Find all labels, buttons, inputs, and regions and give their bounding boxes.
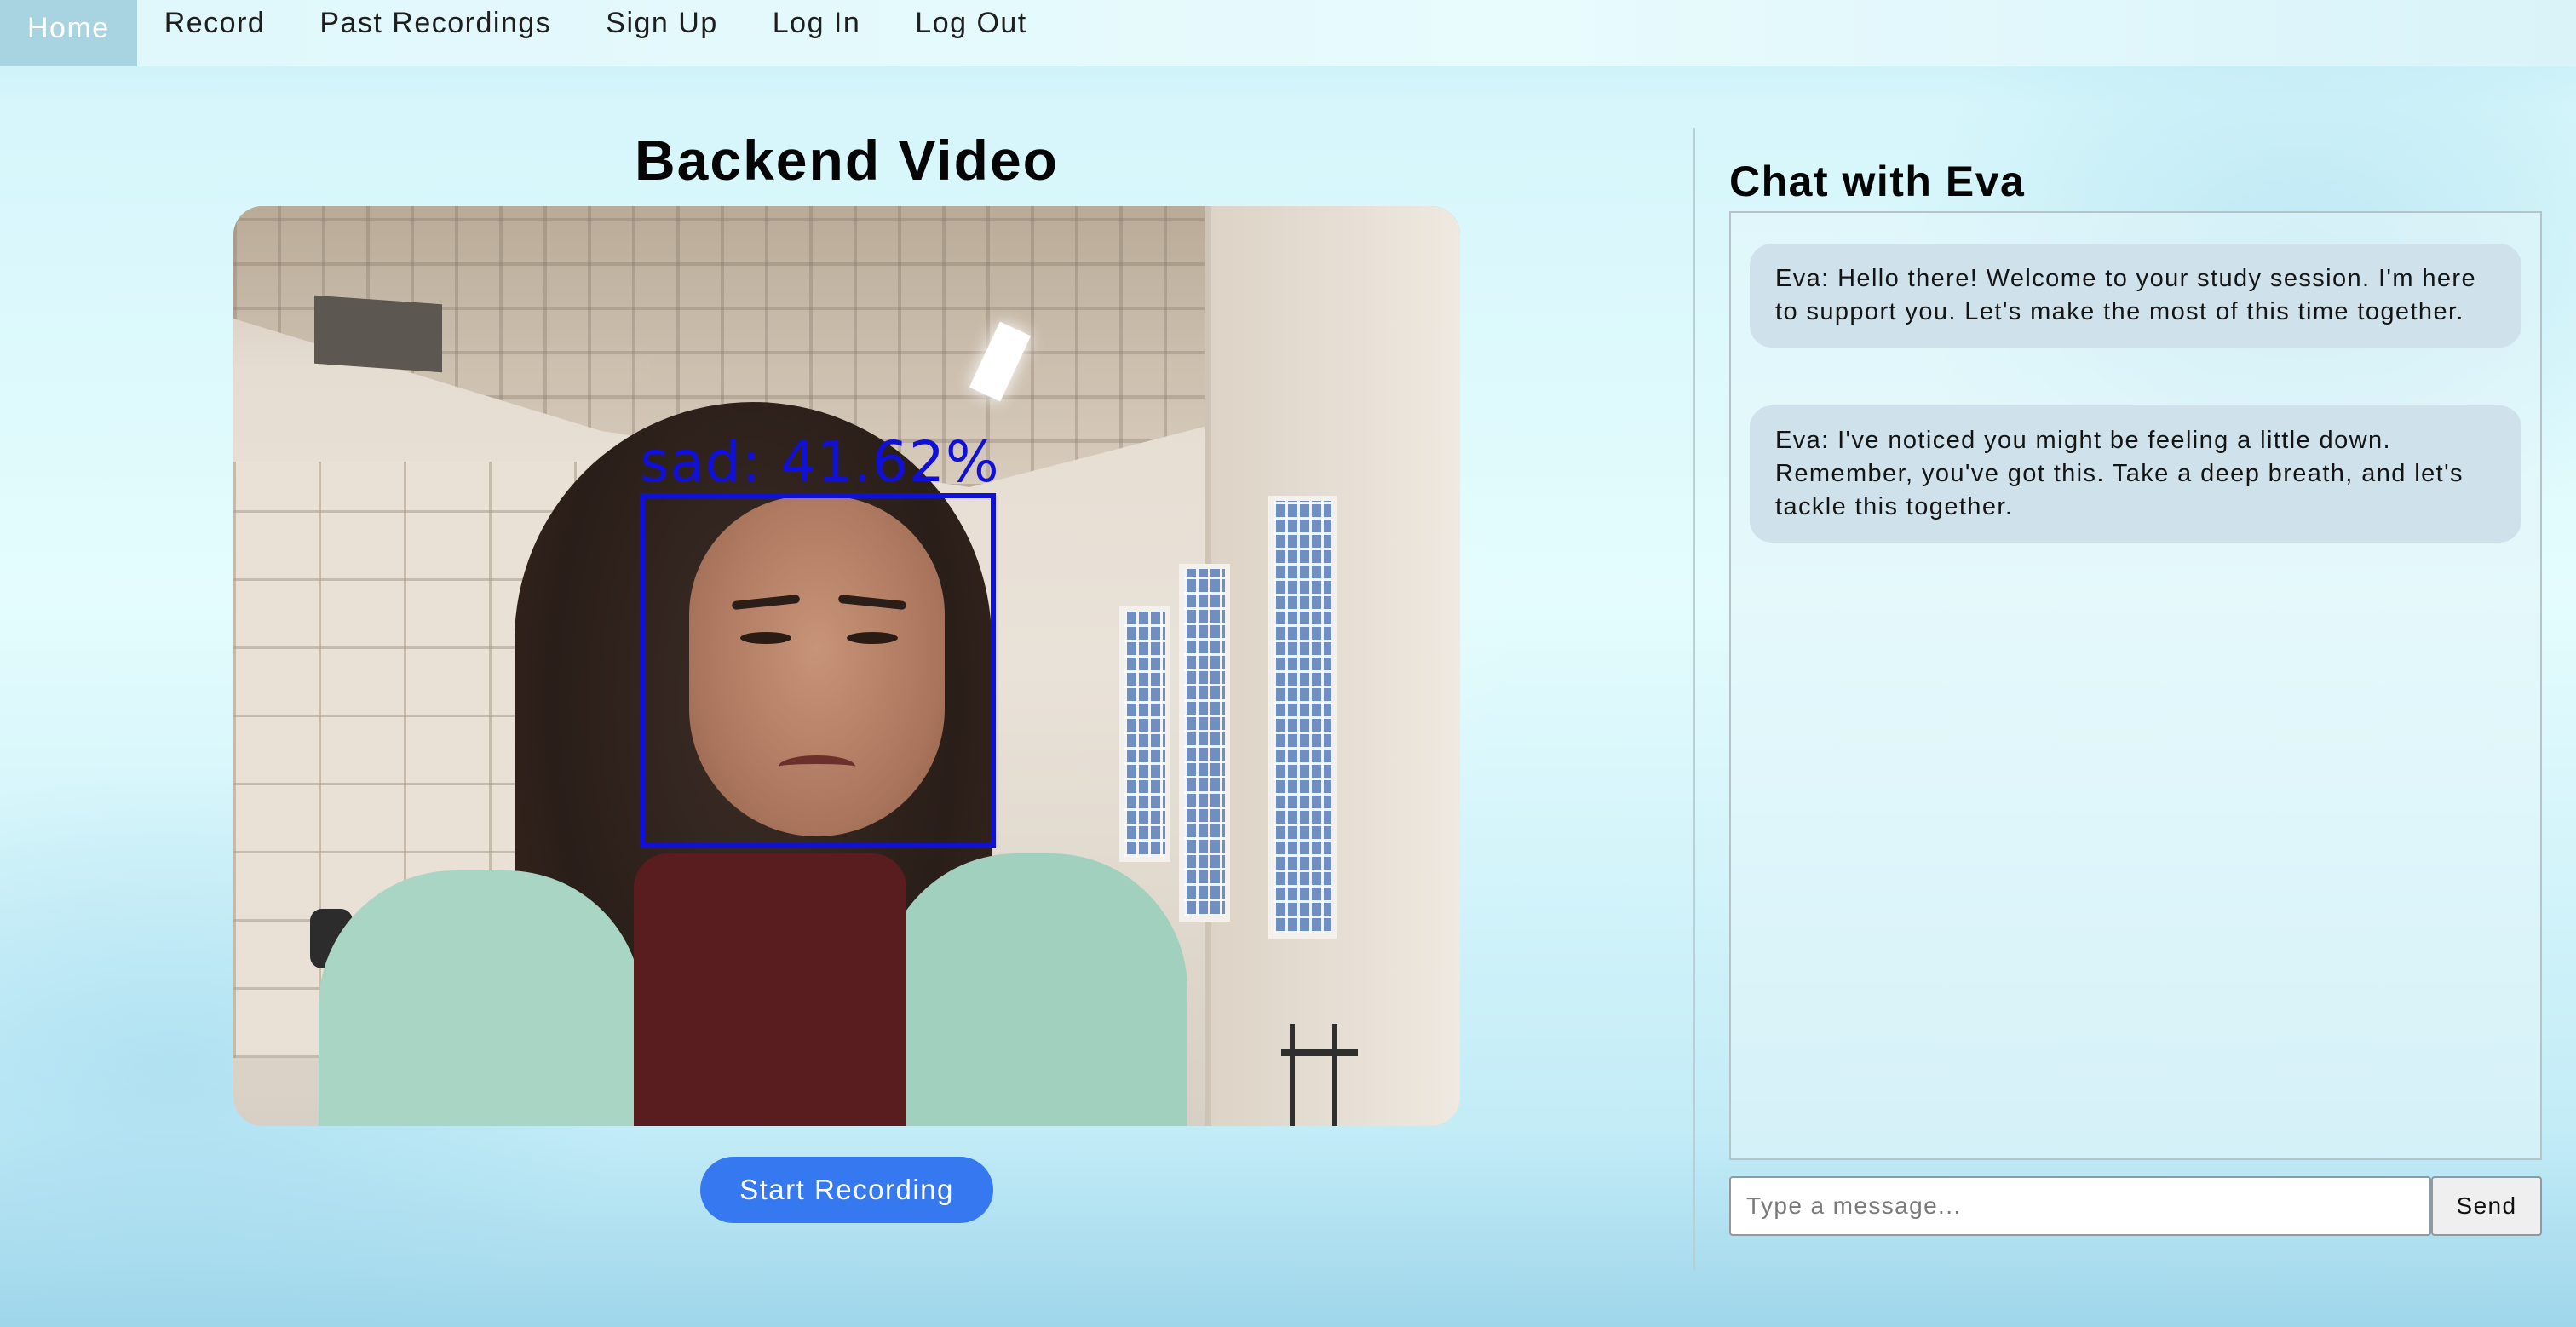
chat-title: Chat with Eva bbox=[1729, 158, 2026, 205]
emotion-label: sad: 41.62% bbox=[640, 429, 1000, 495]
backend-video-feed: sad: 41.62% bbox=[233, 206, 1460, 1126]
person-shirt bbox=[634, 853, 906, 1126]
start-recording-button[interactable]: Start Recording bbox=[700, 1157, 993, 1223]
person-jacket-left bbox=[319, 870, 642, 1126]
nav-log-in[interactable]: Log In bbox=[745, 0, 888, 56]
top-nav: Home Record Past Recordings Sign Up Log … bbox=[0, 0, 2576, 66]
video-window bbox=[1119, 606, 1170, 862]
chat-message-input[interactable] bbox=[1729, 1176, 2431, 1236]
face-detection-box bbox=[640, 493, 996, 848]
chat-message: Eva: Hello there! Welcome to your study … bbox=[1750, 244, 2521, 348]
nav-home[interactable]: Home bbox=[0, 0, 137, 66]
nav-record[interactable]: Record bbox=[137, 0, 293, 56]
video-chairs bbox=[1281, 1024, 1375, 1126]
nav-log-out[interactable]: Log Out bbox=[888, 0, 1054, 56]
video-window bbox=[1268, 496, 1337, 939]
person-jacket-right bbox=[881, 853, 1187, 1126]
video-vent bbox=[314, 295, 442, 373]
nav-past-recordings[interactable]: Past Recordings bbox=[292, 0, 578, 56]
send-button[interactable]: Send bbox=[2431, 1176, 2542, 1236]
video-title: Backend Video bbox=[635, 129, 1059, 192]
chat-message: Eva: I've noticed you might be feeling a… bbox=[1750, 405, 2521, 543]
chat-log[interactable]: Eva: Hello there! Welcome to your study … bbox=[1729, 211, 2542, 1160]
panel-divider bbox=[1693, 128, 1695, 1271]
video-window bbox=[1179, 564, 1230, 922]
nav-sign-up[interactable]: Sign Up bbox=[578, 0, 745, 56]
